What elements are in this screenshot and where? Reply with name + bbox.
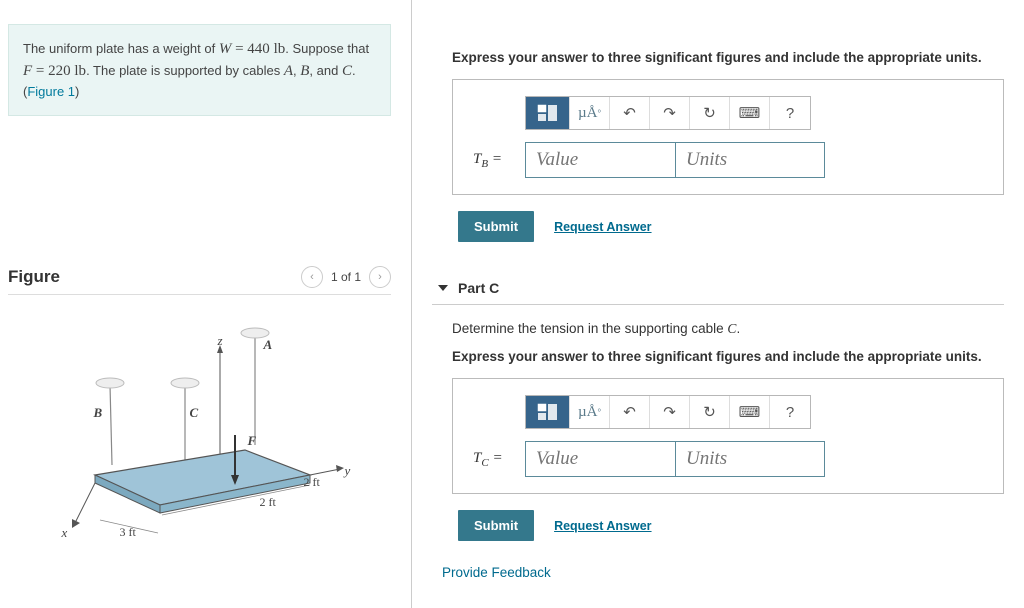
template-tool-button[interactable] [526, 97, 570, 129]
help-button[interactable]: ? [770, 97, 810, 129]
figure-next-button[interactable]: › [369, 266, 391, 288]
collapse-icon [438, 285, 448, 291]
template-tool-button[interactable] [526, 396, 570, 428]
tc-label: TC = [469, 450, 525, 469]
redo-button[interactable]: ↷ [650, 97, 690, 129]
partc-toolbar: µÅ° ↶ ↷ ↻ ⌨ ? [525, 395, 811, 429]
partb-instruction: Express your answer to three significant… [452, 50, 1004, 65]
provide-feedback-link[interactable]: Provide Feedback [442, 565, 1004, 580]
figure-counter: 1 of 1 [331, 270, 361, 284]
figure-area: z A B C F y x 2 ft 2 ft 3 ft [8, 295, 391, 545]
redo-button[interactable]: ↷ [650, 396, 690, 428]
partc-answer-box: µÅ° ↶ ↷ ↻ ⌨ ? TC = [452, 378, 1004, 494]
keyboard-button[interactable]: ⌨ [730, 396, 770, 428]
partc-submit-button[interactable]: Submit [458, 510, 534, 541]
plate-figure-svg [50, 315, 350, 545]
undo-button[interactable]: ↶ [610, 396, 650, 428]
keyboard-button[interactable]: ⌨ [730, 97, 770, 129]
partc-prompt: Determine the tension in the supporting … [452, 321, 1004, 337]
partb-request-link[interactable]: Request Answer [554, 220, 651, 234]
partc-instruction: Express your answer to three significant… [452, 349, 1004, 364]
partb-submit-button[interactable]: Submit [458, 211, 534, 242]
partc-request-link[interactable]: Request Answer [554, 519, 651, 533]
partb-answer-box: µÅ° ↶ ↷ ↻ ⌨ ? TB = [452, 79, 1004, 195]
reset-button[interactable]: ↻ [690, 396, 730, 428]
units-menu-button[interactable]: µÅ° [570, 97, 610, 129]
partb-toolbar: µÅ° ↶ ↷ ↻ ⌨ ? [525, 96, 811, 130]
figure-link[interactable]: Figure 1 [27, 84, 75, 99]
tb-label: TB = [469, 151, 525, 170]
figure-heading: Figure [8, 267, 60, 287]
units-menu-button[interactable]: µÅ° [570, 396, 610, 428]
tc-units-input[interactable] [675, 441, 825, 477]
tb-value-input[interactable] [525, 142, 675, 178]
help-button[interactable]: ? [770, 396, 810, 428]
partc-header[interactable]: Part C [432, 270, 1004, 305]
f-var: F [23, 63, 32, 79]
partc-title: Part C [458, 280, 499, 296]
problem-text: The uniform plate has a weight of [23, 41, 219, 56]
tb-units-input[interactable] [675, 142, 825, 178]
tc-value-input[interactable] [525, 441, 675, 477]
reset-button[interactable]: ↻ [690, 97, 730, 129]
undo-button[interactable]: ↶ [610, 97, 650, 129]
figure-prev-button[interactable]: ‹ [301, 266, 323, 288]
problem-statement: The uniform plate has a weight of W = 44… [8, 24, 391, 116]
w-var: W [219, 41, 232, 57]
